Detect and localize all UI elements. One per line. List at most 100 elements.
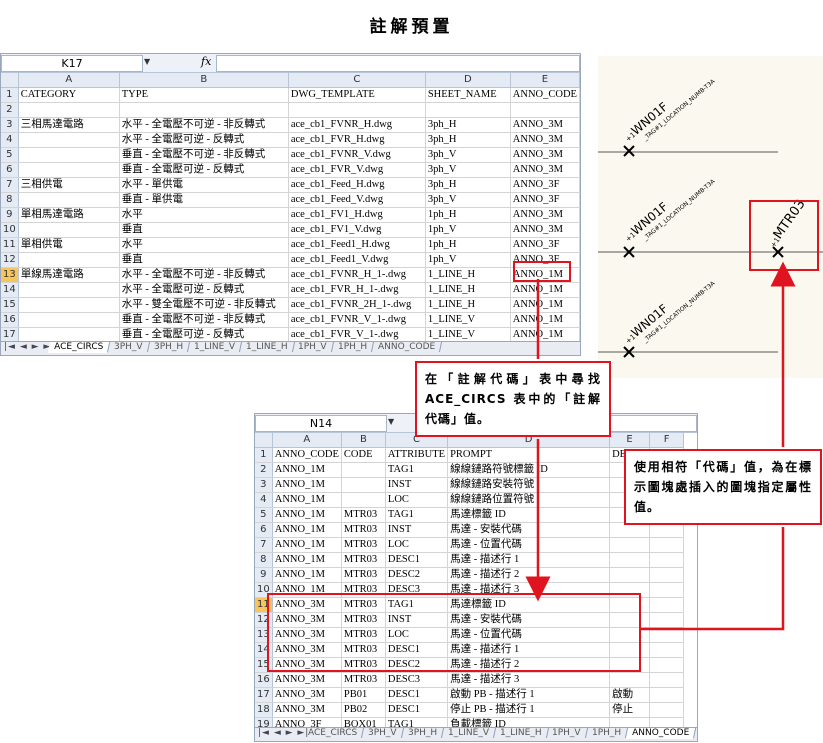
cell[interactable]: 水平 - 全電壓不可逆 - 非反轉式 [119,117,289,133]
cell[interactable] [341,492,386,508]
cell[interactable]: ANNO_3M [272,672,342,688]
cell[interactable]: PB02 [341,702,386,718]
cell[interactable]: 單相馬達電路 [18,207,120,223]
cell[interactable]: MTR03 [341,672,386,688]
row-header[interactable]: 16 [1,312,19,328]
cell[interactable]: 3ph_V [425,147,511,163]
cell[interactable]: 水平 [119,237,289,253]
cell[interactable]: 啟動 [609,687,651,703]
cell[interactable]: 水平 - 全電壓可逆 - 反轉式 [119,282,289,298]
cell[interactable]: INST [385,477,449,493]
row-header[interactable]: 6 [1,162,19,178]
cell[interactable] [288,102,426,118]
cell[interactable] [341,462,386,478]
cell[interactable] [649,642,685,658]
cell[interactable]: ANNO_1M [272,477,342,493]
row-header[interactable]: 16 [255,672,273,688]
row-header[interactable]: 15 [1,297,19,313]
cell[interactable]: TAG1 [385,507,449,523]
function-icon[interactable]: fx [201,55,211,68]
cell[interactable]: 1_LINE_H [425,267,511,283]
cell[interactable]: ANNO_1M [272,507,342,523]
row-header[interactable]: 3 [1,117,19,133]
cell[interactable]: TAG1 [385,462,449,478]
cell[interactable]: 垂直 - 單供電 [119,192,289,208]
cell[interactable]: 單相供電 [18,237,120,253]
cell[interactable]: ace_cb1_Feed_H.dwg [288,177,426,193]
cell[interactable]: ANNO_CODE [272,447,342,463]
cell[interactable] [649,702,685,718]
sheet-tab[interactable]: 1_LINE_H [239,342,295,352]
cell[interactable]: ANNO_3M [272,687,342,703]
column-header-b[interactable]: B [119,73,289,88]
cell[interactable]: 啟動 PB - 描述行 1 [447,687,611,703]
cell[interactable]: ANNO_1M [510,312,580,328]
cell[interactable]: 停止 [609,702,651,718]
cell[interactable]: DWG_TEMPLATE [288,87,426,103]
cell[interactable]: DESC1 [385,552,449,568]
row-header[interactable]: 1 [255,447,273,463]
cell[interactable] [18,222,120,238]
cell[interactable]: 1ph_V [425,222,511,238]
cell[interactable] [649,567,685,583]
cell[interactable]: ANNO_3F [510,192,580,208]
cell[interactable] [18,102,120,118]
cell[interactable]: 馬達 - 描述行 2 [447,567,611,583]
cell[interactable]: TYPE [119,87,289,103]
row-header[interactable]: 1 [1,87,19,103]
cell[interactable] [18,192,120,208]
row-header[interactable]: 8 [1,192,19,208]
cell[interactable]: ace_cb1_FVNR_2H_1-.dwg [288,297,426,313]
cell[interactable]: 3ph_V [425,162,511,178]
cell[interactable]: ATTRIBUTE [385,447,449,463]
cell[interactable]: 1ph_H [425,207,511,223]
spreadsheet-table[interactable]: A B C D E F 1 ANNO_CODE CODE ATTRIBUTE PROMPT DE 2 AN… [255,433,685,733]
cell[interactable]: 1_LINE_V [425,312,511,328]
cell[interactable]: 線線鏈路安裝符號 [447,477,611,493]
column-header-b[interactable]: B [341,433,386,448]
cell[interactable]: DESC2 [385,567,449,583]
cell[interactable]: ace_cb1_FVR_V.dwg [288,162,426,178]
cell[interactable]: ANNO_3M [272,702,342,718]
cell[interactable]: ANNO_1M [272,567,342,583]
cell[interactable]: ANNO_CODE [510,87,580,103]
row-header[interactable]: 5 [1,147,19,163]
cell[interactable]: ace_cb1_FVR_H.dwg [288,132,426,148]
row-header[interactable]: 18 [255,702,273,718]
cell[interactable]: ANNO_1M [510,282,580,298]
cell[interactable]: ANNO_1M [272,492,342,508]
cell[interactable] [425,102,511,118]
cell[interactable]: 水平 [119,207,289,223]
cell[interactable]: ANNO_3M [510,147,580,163]
cell[interactable]: 馬達 - 位置代碼 [447,537,611,553]
cell[interactable] [649,657,685,673]
cell[interactable]: ANNO_3M [510,222,580,238]
cell[interactable] [609,552,651,568]
row-header[interactable]: 7 [1,177,19,193]
cell[interactable]: 3ph_H [425,132,511,148]
chevron-down-icon[interactable]: ▼ [388,417,394,426]
row-header[interactable]: 11 [1,237,19,253]
cell[interactable] [119,102,289,118]
cell[interactable]: 三相供電 [18,177,120,193]
row-header[interactable]: 17 [255,687,273,703]
column-header-a[interactable]: A [272,433,342,448]
name-box[interactable]: K17 [1,55,143,72]
cell[interactable]: LOC [385,492,449,508]
row-header[interactable]: 9 [1,207,19,223]
cell[interactable]: SHEET_NAME [425,87,511,103]
cell[interactable]: ace_cb1_FV1_H.dwg [288,207,426,223]
cell[interactable] [649,582,685,598]
sheet-tab[interactable]: 1PH_V [292,342,335,352]
name-box[interactable]: N14 [255,415,387,432]
cell[interactable]: MTR03 [341,567,386,583]
row-header[interactable]: 8 [255,552,273,568]
sheet-tab[interactable]: 1PH_H [331,342,375,352]
sheet-tab[interactable]: 1_LINE_V [187,342,242,352]
cell[interactable] [649,597,685,613]
cell[interactable]: 馬達 - 描述行 1 [447,552,611,568]
sheet-tab[interactable]: 1_LINE_V [441,728,496,738]
cell[interactable] [649,687,685,703]
row-header[interactable]: 12 [1,252,19,268]
cell[interactable]: ANNO_1M [272,552,342,568]
